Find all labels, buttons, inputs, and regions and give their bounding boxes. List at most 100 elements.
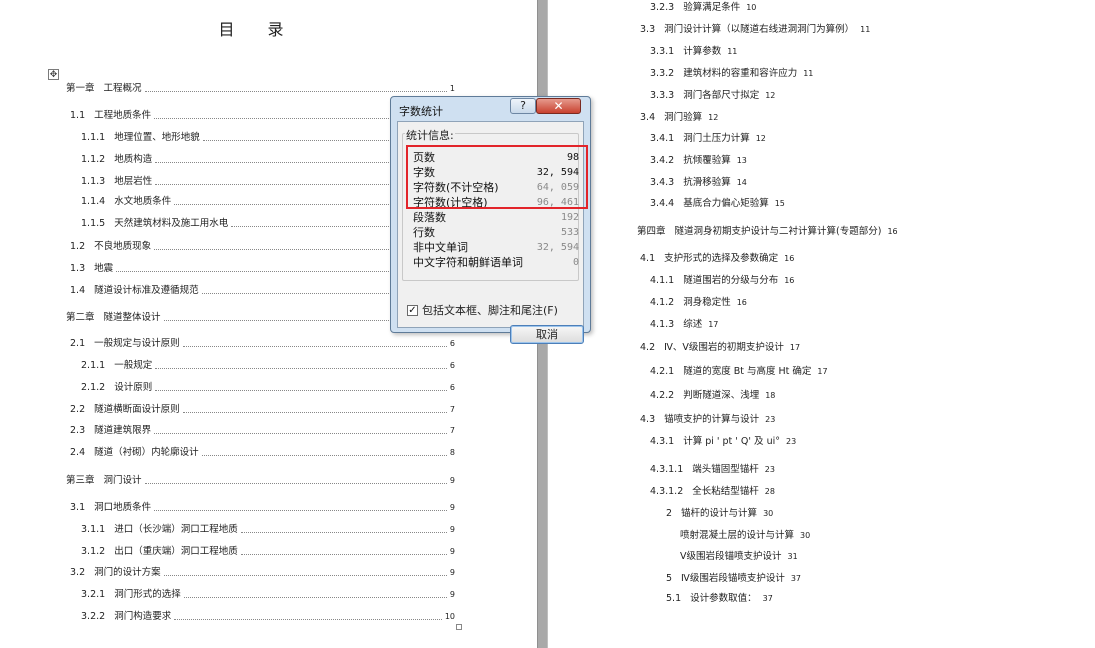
- toc-entry-number: 1.1.3: [81, 176, 106, 187]
- toc-entry-number: 2.1.2: [81, 382, 106, 393]
- toc-entry-page: 37: [790, 574, 802, 583]
- toc-entry-title: 隧道的宽度 Bt 与高度 Ht 确定: [683, 366, 812, 377]
- toc-entry[interactable]: 3.1 洞口地质条件 9: [70, 502, 455, 514]
- toc-entry-page: 11: [803, 69, 814, 78]
- stat-value: 192: [560, 212, 579, 223]
- toc-entry-title: 洞门构造要求: [114, 611, 172, 622]
- toc-entry-page: 37: [762, 594, 773, 603]
- toc-entry-page: 10: [444, 612, 455, 621]
- toc-entry[interactable]: 第三章 洞门设计 9: [66, 475, 455, 487]
- toc-entry-number: 1.1: [70, 110, 86, 121]
- toc-entry-number: 1.2: [70, 241, 86, 252]
- include-textboxes-option[interactable]: ✓ 包括文本框、脚注和尾注(F): [407, 302, 558, 318]
- toc-entry-title: 洞门设计计算（以隧道右线进洞洞门为算例）: [664, 24, 855, 35]
- toc-entry-title: 综述: [683, 319, 703, 330]
- toc-entry-number: 2: [666, 508, 673, 519]
- toc-entry[interactable]: 2.4 隧道（衬砌）内轮廓设计 8: [70, 447, 455, 459]
- toc-entry-title: 锚杆的设计与计算: [681, 508, 758, 519]
- toc-entry-number: 3.3.1: [650, 46, 675, 57]
- toc-entry-page: 16: [887, 227, 898, 236]
- toc-entry-page: 17: [817, 367, 828, 376]
- toc-entry-page: 9: [449, 525, 455, 534]
- toc-entry-title: 隧道围岩的分级与分布: [683, 275, 779, 286]
- toc-entry[interactable]: 2.3 隧道建筑限界 7: [70, 425, 455, 437]
- toc-entry-page: 16: [736, 298, 747, 307]
- toc-dot-leader: [182, 345, 447, 347]
- toc-entry-number: 3.2.2: [81, 611, 106, 622]
- toc-entry-number: 3.4.4: [650, 198, 675, 209]
- toc-entry-page: 12: [708, 113, 719, 122]
- toc-entry-title: 判断隧道深、浅埋: [683, 390, 760, 401]
- toc-entry-title: 隧道洞身初期支护设计与二衬计算计算(专题部分): [674, 226, 882, 237]
- toc-entry-number: 3.2: [70, 567, 86, 578]
- toc-entry-number: 第四章: [637, 226, 666, 237]
- toc-entry-title: 支护形式的选择及参数确定: [664, 253, 779, 264]
- toc-entry-page: 11: [727, 47, 738, 56]
- toc-entry-number: 1.1.4: [81, 196, 106, 207]
- stat-row: 行数 533: [413, 226, 579, 240]
- toc-entry-page: 28: [764, 487, 775, 496]
- toc-entry-page: 15: [774, 199, 785, 208]
- toc-entry-number: 4.1.3: [650, 319, 675, 330]
- toc-entry-page: 9: [449, 590, 455, 599]
- cancel-button[interactable]: 取消: [510, 325, 584, 344]
- toc-entry[interactable]: 3.2 洞门的设计方案 9: [70, 567, 455, 579]
- toc-entry[interactable]: 2.1 一般规定与设计原则 6: [70, 338, 455, 350]
- toc-entry[interactable]: 3.1.2 出口（重庆端）洞口工程地质 9: [81, 546, 455, 558]
- toc-entry-title: 洞门土压力计算: [683, 133, 750, 144]
- toc-entry-page: 11: [860, 25, 871, 34]
- dialog-title: 字数统计: [399, 105, 443, 118]
- toc-entry-number: 3.3.2: [650, 68, 675, 79]
- toc-entry-page: 17: [789, 343, 801, 352]
- toc-entry[interactable]: 3.1.1 进口（长沙端）洞口工程地质 9: [81, 524, 455, 536]
- toc-entry[interactable]: 2.1.2 设计原则 6: [81, 382, 455, 394]
- toc-entry-number: 第一章: [66, 83, 95, 94]
- toc-entry-number: 4.3.1: [650, 436, 675, 447]
- toc-dot-leader: [163, 574, 447, 576]
- toc-entry-page: 18: [765, 391, 776, 400]
- help-button[interactable]: ?: [510, 98, 536, 114]
- toc-entry[interactable]: 3.2.2 洞门构造要求 10: [81, 611, 455, 623]
- toc-entry-page: 30: [763, 509, 774, 518]
- toc-entry-number: 3.2.1: [81, 589, 106, 600]
- toc-entry-number: 4.1: [640, 253, 656, 264]
- toc-entry-page: 13: [736, 156, 747, 165]
- toc-entry-number: 2.3: [70, 425, 86, 436]
- toc-entry-page: 10: [746, 3, 757, 12]
- toc-entry-title: 设计参数取值：: [690, 593, 757, 604]
- toc-entry-number: 3.3.3: [650, 90, 675, 101]
- toc-entry[interactable]: 第一章 工程概况 1: [66, 83, 455, 95]
- toc-entry-number: 1.1.5: [81, 218, 106, 229]
- toc-entry-title: 隧道整体设计: [103, 312, 161, 323]
- toc-entry-page: 31: [787, 552, 798, 561]
- toc-entry-page: 16: [784, 254, 795, 263]
- stat-label: 段落数: [413, 211, 446, 224]
- toc-entry-title: 洞门形式的选择: [114, 589, 181, 600]
- toc-entry-number: 4.2: [640, 342, 656, 353]
- toc-entry-page: 6: [449, 361, 455, 370]
- toc-dot-leader: [183, 596, 447, 598]
- toc-entry-title: 洞口地质条件: [94, 502, 152, 513]
- toc-entry-title: 洞身稳定性: [683, 297, 731, 308]
- toc-entry[interactable]: 3.2.1 洞门形式的选择 9: [81, 589, 455, 601]
- toc-entry-title: Ⅳ、Ⅴ级围岩的初期支护设计: [664, 342, 784, 353]
- toc-entry-title: 计算 pi ' pt ' Q' 及 ui°: [683, 436, 780, 447]
- include-textboxes-checkbox[interactable]: ✓: [407, 304, 418, 316]
- toc-entry-title: 抗滑移验算: [683, 177, 731, 188]
- toc-entry-number: 第二章: [66, 312, 95, 323]
- toc-dot-leader: [174, 618, 442, 620]
- toc-dot-leader: [155, 389, 447, 391]
- toc-entry-number: 1.3: [70, 263, 86, 274]
- toc-entry-title: 一般规定: [114, 360, 153, 371]
- toc-entry[interactable]: 2.1.1 一般规定 6: [81, 360, 455, 372]
- toc-entry-number: 3.4.2: [650, 155, 675, 166]
- toc-entry[interactable]: 2.2 隧道横断面设计原则 7: [70, 404, 455, 416]
- toc-entry-title: Ⅴ级围岩段锚喷支护设计: [680, 551, 782, 562]
- toc-entry-number: 第三章: [66, 475, 95, 486]
- statistics-label: 统计信息:: [405, 127, 455, 143]
- toc-dot-leader: [144, 482, 447, 484]
- close-button[interactable]: ✕: [536, 98, 581, 114]
- toc-entry-page: 9: [449, 547, 455, 556]
- table-move-handle-icon[interactable]: ✥: [48, 69, 59, 80]
- include-textboxes-label: 包括文本框、脚注和尾注(F): [422, 304, 558, 317]
